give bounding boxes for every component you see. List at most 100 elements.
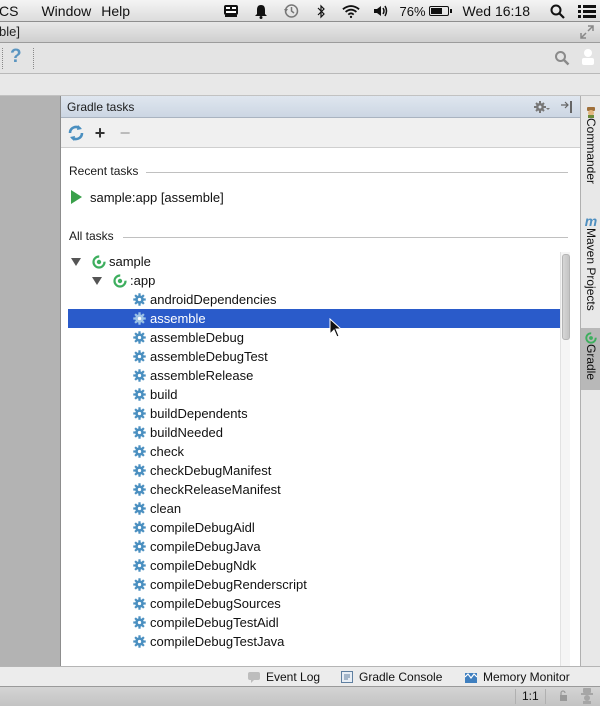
memory-monitor-button[interactable]: Memory Monitor (465, 670, 570, 684)
notification-center-icon[interactable] (578, 3, 596, 19)
task-gear-icon (133, 312, 146, 325)
task-item[interactable]: androidDependencies (133, 290, 276, 309)
caret-position[interactable]: 1:1 (515, 689, 546, 704)
task-label: assemble (150, 311, 206, 326)
task-label: compileDebugTestJava (150, 634, 285, 649)
task-item[interactable]: compileDebugTestJava (133, 632, 284, 651)
recent-tasks-label: Recent tasks (69, 164, 139, 178)
event-log-label: Event Log (266, 670, 321, 684)
task-item[interactable]: compileDebugRenderscript (133, 575, 307, 594)
task-item-content: compileDebugJava (133, 539, 261, 554)
recent-task-item[interactable]: sample:app [assemble] (71, 188, 224, 206)
task-gear-icon (133, 616, 146, 629)
menu-clock[interactable]: Wed 16:18 (463, 3, 530, 19)
task-item[interactable]: build (133, 385, 177, 404)
notification-bell-icon[interactable] (252, 3, 270, 19)
task-label: checkReleaseManifest (150, 482, 281, 497)
add-project-button[interactable]: + (91, 123, 109, 143)
task-item[interactable]: assembleDebug (133, 328, 244, 347)
task-item[interactable]: compileDebugJava (133, 537, 261, 556)
task-item-content: compileDebugAidl (133, 520, 255, 535)
fullscreen-icon[interactable] (580, 25, 594, 39)
tree-node-project[interactable]: sample (71, 252, 151, 271)
task-gear-icon (133, 521, 146, 534)
battery-percent: 76% (399, 3, 426, 19)
maven-icon: m (584, 213, 598, 229)
task-item-content: assemble (133, 311, 206, 326)
gradle-console-button[interactable]: Gradle Console (341, 670, 442, 684)
hide-panel-icon[interactable] (560, 100, 574, 114)
task-item[interactable]: compileDebugSources (133, 594, 281, 613)
task-gear-icon (133, 426, 146, 439)
remove-project-button[interactable]: − (116, 123, 134, 143)
task-label: assembleDebugTest (150, 349, 268, 364)
task-item[interactable]: assembleRelease (133, 366, 253, 385)
spotlight-search-icon[interactable] (548, 3, 566, 19)
tab-label: Maven Projects (584, 228, 598, 311)
task-item-content: compileDebugSources (133, 596, 281, 611)
task-item[interactable]: compileDebugAidl (133, 518, 255, 537)
task-item[interactable]: compileDebugTestAidl (133, 613, 279, 632)
volume-icon[interactable] (372, 3, 390, 19)
task-item[interactable]: clean (133, 499, 181, 518)
wifi-icon[interactable] (341, 3, 360, 19)
expand-triangle-icon[interactable] (92, 276, 102, 285)
task-gear-icon (133, 597, 146, 610)
task-label: compileDebugAidl (150, 520, 255, 535)
vertical-scrollbar[interactable] (560, 252, 570, 666)
settings-gear-icon[interactable] (534, 100, 550, 114)
hector-inspector-icon[interactable] (580, 688, 594, 704)
task-label: compileDebugRenderscript (150, 577, 307, 592)
menu-window[interactable]: Window (41, 3, 101, 19)
battery-icon[interactable] (428, 6, 452, 16)
panel-header: Gradle tasks (61, 96, 580, 118)
scrollbar-thumb[interactable] (562, 254, 570, 340)
task-gear-icon (133, 445, 146, 458)
divider (146, 172, 568, 173)
task-item[interactable]: assembleDebugTest (133, 347, 268, 366)
menu-help[interactable]: Help (101, 3, 140, 19)
tree-node-label: :app (130, 273, 156, 288)
time-machine-icon[interactable] (282, 3, 300, 19)
task-item[interactable]: check (133, 442, 184, 461)
gradle-tool-window: Gradle tasks + − Recent tasks sample:app… (60, 96, 580, 666)
task-label: compileDebugTestAidl (150, 615, 279, 630)
main-toolbar: ? (0, 43, 600, 74)
task-item[interactable]: buildNeeded (133, 423, 223, 442)
help-button[interactable]: ? (10, 46, 22, 68)
lock-icon[interactable] (557, 690, 569, 702)
tab-gradle[interactable]: Gradle (581, 328, 600, 390)
refresh-button[interactable] (67, 124, 85, 142)
task-label: compileDebugNdk (150, 558, 257, 573)
toolbar-separator (2, 48, 3, 69)
editor-area (0, 96, 60, 666)
tab-commander[interactable]: Commander (581, 106, 600, 184)
screen-sharing-icon[interactable] (222, 3, 240, 19)
event-log-button[interactable]: Event Log (248, 670, 320, 684)
panel-title: Gradle tasks (67, 100, 135, 114)
task-item-content: buildNeeded (133, 425, 223, 440)
task-item-selected[interactable]: assemble (68, 309, 560, 328)
task-item[interactable]: checkReleaseManifest (133, 480, 281, 499)
task-item-content: checkDebugManifest (133, 463, 271, 478)
task-label: check (150, 444, 184, 459)
right-tool-strip: Commander m Maven Projects Gradle (580, 96, 600, 666)
tree-node-module[interactable]: :app (92, 271, 155, 290)
tab-maven-projects[interactable]: m Maven Projects (581, 214, 600, 311)
task-item[interactable]: buildDependents (133, 404, 248, 423)
memory-monitor-label: Memory Monitor (483, 670, 570, 684)
task-label: buildDependents (150, 406, 248, 421)
search-everywhere-icon[interactable] (554, 50, 570, 66)
task-label: androidDependencies (150, 292, 277, 307)
menu-vcs[interactable]: CS (0, 3, 41, 19)
task-gear-icon (133, 483, 146, 496)
task-item[interactable]: checkDebugManifest (133, 461, 271, 480)
task-item[interactable]: compileDebugNdk (133, 556, 256, 575)
task-item-content: androidDependencies (133, 292, 276, 307)
status-bar: 1:1 (0, 687, 600, 706)
bluetooth-icon[interactable] (312, 3, 330, 19)
user-icon[interactable] (580, 48, 596, 66)
commander-icon (587, 107, 595, 118)
memory-monitor-icon (465, 673, 477, 683)
expand-triangle-icon[interactable] (71, 257, 81, 266)
